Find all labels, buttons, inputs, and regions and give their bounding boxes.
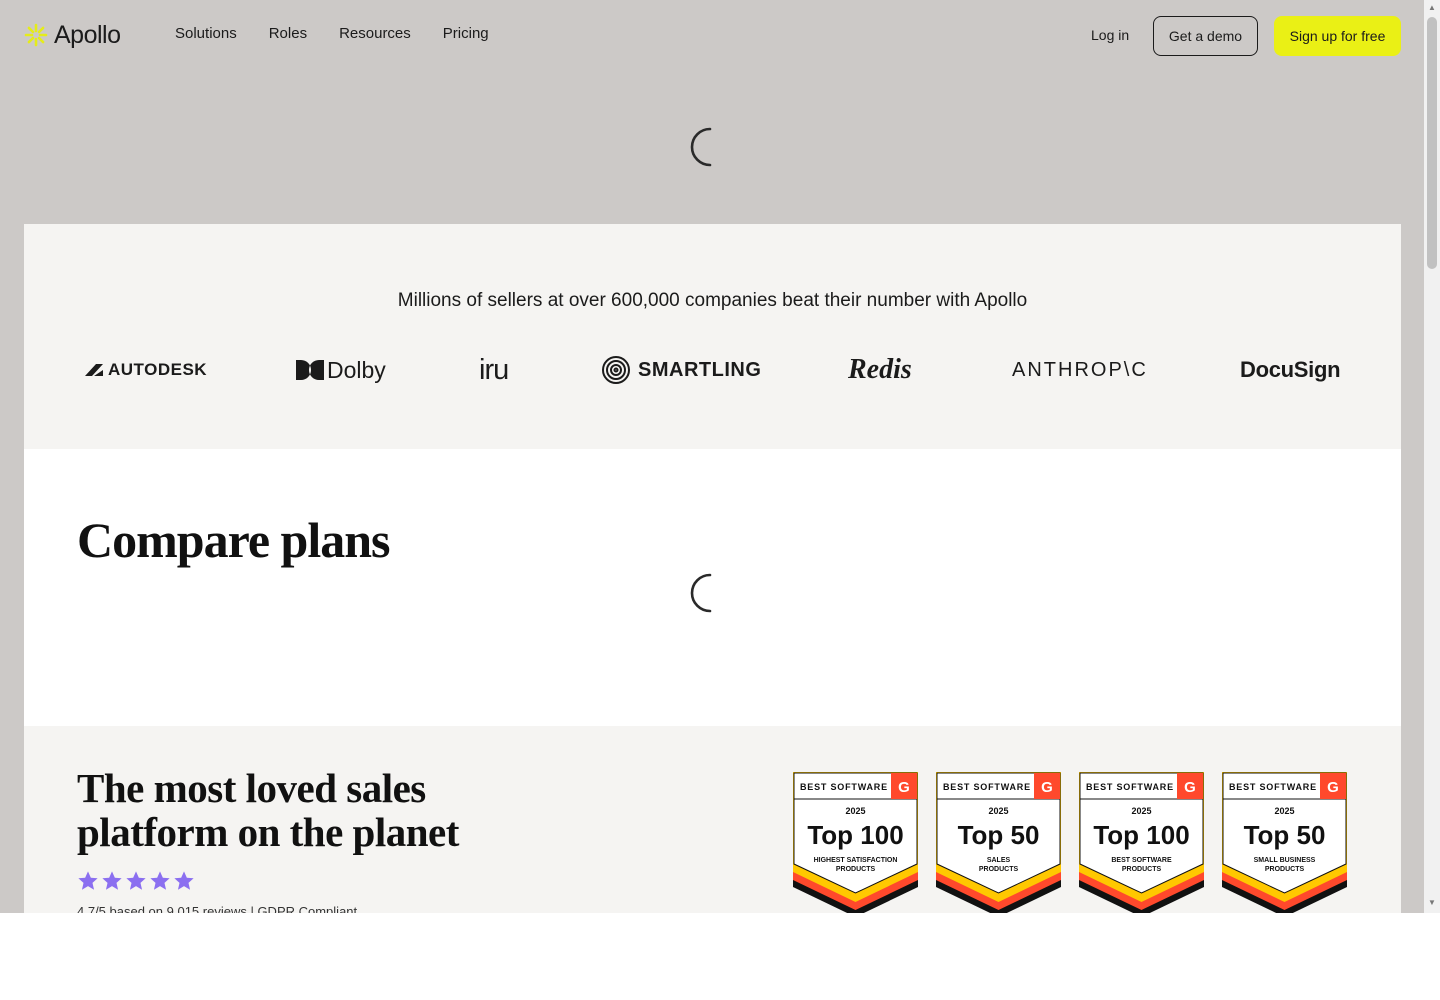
badge-category: HIGHEST SATISFACTION [814,857,898,864]
star-icon [150,871,170,890]
page-viewport: Apollo Solutions Roles Resources Pricing… [0,0,1440,913]
svg-text:G: G [1327,779,1339,796]
compare-plans-title: Compare plans [77,512,391,568]
anthropic-logo: ANTHROP\C [1012,354,1148,386]
dolby-logo: Dolby [296,354,386,386]
apollo-sun-icon [24,23,48,47]
star-icon [174,871,194,890]
login-link[interactable]: Log in [1091,27,1129,43]
badge-header: BEST SOFTWARE [1086,782,1174,792]
redis-logo: Redis [848,354,912,386]
customer-logos-section: Millions of sellers at over 600,000 comp… [24,224,1401,449]
badge-rank: Top 50 [1244,820,1326,850]
scrollbar-thumb[interactable] [1427,17,1437,269]
reviews-title: The most loved sales platform on the pla… [77,765,459,855]
badge-category: PRODUCTS [979,866,1019,873]
badge-category: SMALL BUSINESS [1254,857,1316,864]
autodesk-mark-icon [85,364,103,376]
loading-spinner-icon [690,573,712,613]
get-demo-button[interactable]: Get a demo [1153,16,1258,56]
badge-header: BEST SOFTWARE [943,782,1031,792]
smartling-wordmark: SMARTLING [638,358,762,381]
nav-pricing[interactable]: Pricing [443,25,489,42]
star-icon [78,871,98,890]
main-nav: Solutions Roles Resources Pricing [175,25,489,42]
scroll-up-icon[interactable]: ▲ [1428,4,1436,12]
dolby-wordmark: Dolby [327,356,386,383]
nav-roles[interactable]: Roles [269,25,307,42]
g2-badge: G BEST SOFTWARE 2025 Top 50 SMALL BUSINE… [1222,772,1347,913]
badge-category: PRODUCTS [1265,866,1305,873]
smartling-spiral-icon [602,356,630,384]
loading-spinner-icon [690,127,712,167]
g2-badge: G BEST SOFTWARE 2025 Top 100 HIGHEST SAT… [793,772,918,913]
docusign-logo: DocuSign [1240,354,1341,386]
badge-rank: Top 100 [1093,820,1189,850]
site-header: Apollo Solutions Roles Resources Pricing… [0,0,1424,72]
scroll-down-icon[interactable]: ▼ [1428,899,1436,907]
svg-text:G: G [898,779,910,796]
badge-header: BEST SOFTWARE [1229,782,1317,792]
rating-text: 4.7/5 based on 9,015 reviews | GDPR Comp… [77,904,358,913]
iru-logo: iru [479,353,509,386]
docusign-wordmark: DocuSign [1240,357,1341,382]
star-icon [126,871,146,890]
badge-category: SALES [987,857,1011,864]
g2-badge: G BEST SOFTWARE 2025 Top 100 BEST SOFTWA… [1079,772,1204,913]
smartling-logo: SMARTLING [601,354,761,386]
logo-wordmark: Apollo [54,20,121,49]
badge-year: 2025 [1131,806,1151,816]
iru-wordmark: iru [479,353,509,386]
star-icon [102,871,122,890]
svg-text:G: G [1184,779,1196,796]
badge-category: PRODUCTS [1122,866,1162,873]
svg-text:G: G [1041,779,1053,796]
badge-rank: Top 100 [807,820,903,850]
compare-plans-section: Compare plans [24,449,1401,726]
reviews-section: The most loved sales platform on the pla… [24,726,1401,913]
nav-resources[interactable]: Resources [339,25,411,42]
vertical-scrollbar[interactable]: ▲ ▼ [1424,0,1440,913]
autodesk-wordmark: AUTODESK [108,360,208,379]
badge-year: 2025 [1274,806,1294,816]
badge-category: BEST SOFTWARE [1111,857,1172,864]
badge-header: BEST SOFTWARE [800,782,888,792]
anthropic-wordmark: ANTHROP\C [1012,358,1148,381]
dolby-mark-icon [296,360,324,380]
autodesk-logo: AUTODESK [84,354,207,386]
logos-heading: Millions of sellers at over 600,000 comp… [397,290,1028,311]
apollo-logo[interactable]: Apollo [24,20,121,50]
signup-button[interactable]: Sign up for free [1274,16,1401,56]
badge-rank: Top 50 [958,820,1040,850]
redis-wordmark: Redis [848,354,912,385]
badge-year: 2025 [845,806,865,816]
star-rating [77,870,195,892]
badge-category: PRODUCTS [836,866,876,873]
nav-solutions[interactable]: Solutions [175,25,237,42]
badge-year: 2025 [988,806,1008,816]
g2-badge: G BEST SOFTWARE 2025 Top 50 SALES PRODUC… [936,772,1061,913]
